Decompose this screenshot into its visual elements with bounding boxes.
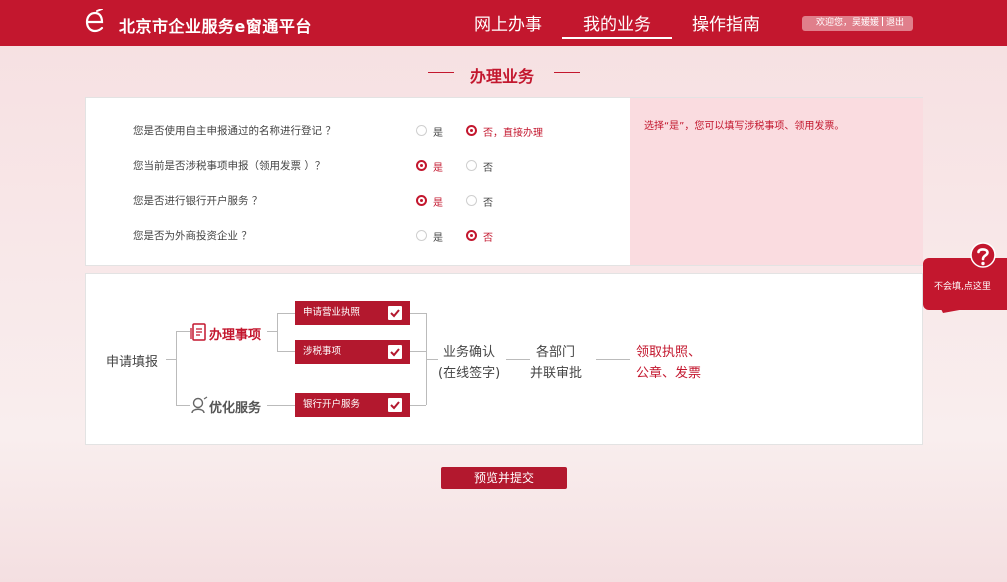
help-tail-icon	[941, 309, 965, 313]
help-text[interactable]: 不会填,点这里	[934, 279, 991, 292]
checkbox-checked[interactable]	[388, 398, 402, 412]
hint-panel: 选择“是”，您可以填写涉税事项、领用发票。	[630, 98, 923, 265]
question-mark-icon[interactable]	[970, 242, 996, 272]
connector	[410, 313, 426, 314]
question-panel: 您是否使用自主申报通过的名称进行登记 ？ 是 否，直接办理 您当前是否涉税事项申…	[85, 97, 923, 266]
document-icon	[190, 323, 206, 341]
radio-q2-yes[interactable]	[416, 160, 427, 171]
flow-start: 申请填报	[106, 355, 159, 370]
group-opt-title: 优化服务	[209, 401, 262, 416]
connector	[410, 405, 426, 406]
connector	[176, 405, 190, 406]
radio-label[interactable]: 是	[433, 124, 443, 139]
nav-my-business[interactable]: 我的业务	[583, 10, 651, 35]
nav-active-indicator	[562, 37, 672, 39]
user-divider	[882, 17, 884, 26]
radio-label[interactable]: 否	[483, 194, 493, 209]
site-title[interactable]: 北京市企业服务e窗通平台	[119, 13, 312, 37]
service-label: 涉税事项	[303, 346, 342, 357]
question-label: 您是否进行银行开户服务 ？	[133, 195, 263, 207]
connector	[410, 351, 426, 352]
service-label: 银行开户服务	[303, 399, 361, 410]
title-line-right	[554, 72, 580, 73]
radio-label[interactable]: 是	[433, 229, 443, 244]
radio-q3-no[interactable]	[466, 195, 477, 206]
checkbox-checked[interactable]	[388, 306, 402, 320]
connector	[596, 359, 630, 360]
top-header: 北京市企业服务e窗通平台 网上办事 我的业务 操作指南 欢迎您，吴媛媛 退出	[0, 0, 1007, 46]
connector	[426, 359, 438, 360]
check-icon	[390, 309, 400, 318]
service-business-license[interactable]: 申请营业执照	[295, 301, 410, 325]
result-step: 领取执照、	[636, 345, 702, 360]
title-line-left	[428, 72, 454, 73]
radio-q1-yes[interactable]	[416, 125, 427, 136]
nav-online-service[interactable]: 网上办事	[474, 10, 542, 35]
radio-label[interactable]: 是	[433, 159, 443, 174]
connector	[176, 331, 190, 332]
check-icon	[390, 401, 400, 410]
connector	[277, 313, 295, 314]
radio-q2-no[interactable]	[466, 160, 477, 171]
group-main-title: 办理事项	[209, 328, 262, 343]
radio-q4-yes[interactable]	[416, 230, 427, 241]
connector	[267, 405, 295, 406]
preview-submit-button[interactable]: 预览并提交	[441, 467, 567, 489]
user-greeting: 欢迎您，吴媛媛	[816, 18, 880, 28]
connector	[277, 351, 295, 352]
connector	[166, 359, 176, 360]
radio-label[interactable]: 否，直接办理	[483, 124, 543, 139]
service-person-icon	[191, 396, 208, 414]
hint-text: 选择“是”，您可以填写涉税事项、领用发票。	[644, 121, 845, 132]
service-bank-account[interactable]: 银行开户服务	[295, 393, 410, 417]
e-logo-icon[interactable]	[83, 9, 107, 35]
flow-panel: 申请填报 办理事项 优化服务 申请营业执照 涉税事项 银行开户服务 业务确认 (…	[85, 273, 923, 445]
logout-link[interactable]: 退出	[886, 18, 904, 28]
radio-label[interactable]: 是	[433, 194, 443, 209]
checkbox-checked[interactable]	[388, 345, 402, 359]
radio-q3-yes[interactable]	[416, 195, 427, 206]
question-label: 您是否为外商投资企业 ？	[133, 230, 252, 242]
radio-label[interactable]: 否	[483, 229, 493, 244]
dept-step-sub: 并联审批	[530, 366, 583, 381]
section-title: 办理业务	[470, 67, 535, 86]
radio-q4-no[interactable]	[466, 230, 477, 241]
radio-label[interactable]: 否	[483, 159, 493, 174]
radio-q1-no[interactable]	[466, 125, 477, 136]
user-box: 欢迎您，吴媛媛 退出	[802, 16, 913, 31]
check-icon	[390, 348, 400, 357]
dept-step: 各部门	[536, 345, 576, 360]
confirm-step-sub: (在线签字)	[438, 366, 501, 381]
question-label: 您是否使用自主申报通过的名称进行登记 ？	[133, 125, 336, 137]
result-step-sub: 公章、发票	[636, 366, 702, 381]
confirm-step: 业务确认	[443, 345, 496, 360]
connector	[176, 331, 177, 405]
nav-guide[interactable]: 操作指南	[692, 10, 760, 35]
question-label: 您当前是否涉税事项申报（领用发票 ）？	[133, 160, 326, 172]
service-label: 申请营业执照	[303, 307, 361, 318]
service-tax-matters[interactable]: 涉税事项	[295, 340, 410, 364]
connector	[267, 331, 277, 332]
connector	[277, 313, 278, 351]
connector	[506, 359, 530, 360]
